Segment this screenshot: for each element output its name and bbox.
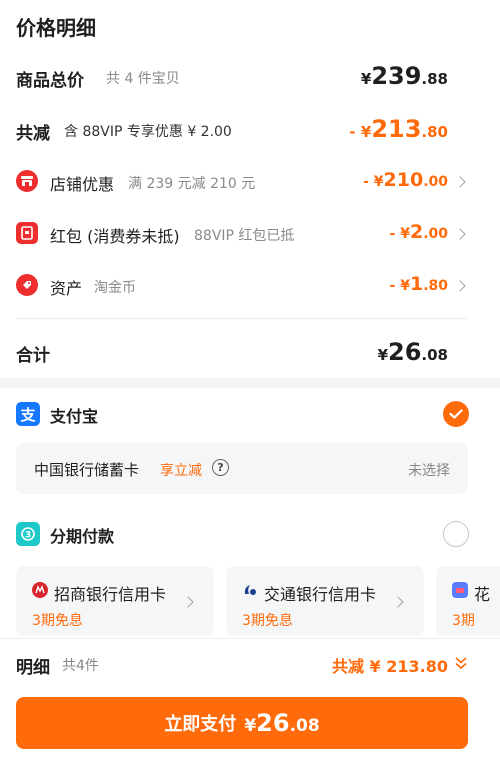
chevron-right-icon <box>454 228 466 240</box>
chevron-right-icon <box>392 596 404 608</box>
cmb-bank-icon <box>32 582 48 598</box>
discount-price: - ¥210.00 <box>363 169 448 191</box>
discount-row-store[interactable]: 店铺优惠 满 239 元减 210 元 - ¥210.00 <box>0 160 500 204</box>
chevron-right-icon <box>454 176 466 188</box>
installment-promo: 3期免息 <box>32 613 83 629</box>
installment-card-bocom[interactable]: 交通银行信用卡 3期免息 <box>226 566 424 636</box>
chevron-right-icon <box>182 596 194 608</box>
goods-count: 共 4 件宝贝 <box>106 71 180 87</box>
divider <box>16 318 468 319</box>
footer-divider <box>0 638 500 639</box>
discount-label: 红包 (消费券未抵) <box>50 227 180 246</box>
installment-promo: 3期免息 <box>242 613 293 629</box>
installment-label: 分期付款 <box>50 527 115 546</box>
pay-button-label: 立即支付 <box>164 714 237 735</box>
bank-card-promo: 享立减 <box>160 463 202 479</box>
alipay-label: 支付宝 <box>50 407 99 426</box>
chevron-double-down-icon <box>454 655 468 671</box>
alipay-radio-checked[interactable] <box>443 401 469 427</box>
goods-total-price: ¥239.88 <box>360 62 448 90</box>
sum-label: 合计 <box>16 346 50 366</box>
discount-price: - ¥2.00 <box>389 221 448 243</box>
installment-promo: 3期 <box>452 613 475 629</box>
bank-card-option[interactable]: 中国银行储蓄卡 享立减 ? 未选择 <box>16 443 468 494</box>
help-icon[interactable]: ? <box>212 459 229 476</box>
discount-label: 资产 <box>50 279 83 298</box>
discount-total-price: - ¥213.80 <box>349 115 448 143</box>
bank-name: 招商银行信用卡 <box>54 585 167 604</box>
payment-option-alipay[interactable]: 支 支付宝 <box>0 396 500 432</box>
sum-price: ¥26.08 <box>377 338 448 366</box>
bank-card-status: 未选择 <box>408 463 450 479</box>
discount-row-asset[interactable]: 资产 淘金币 - ¥1.80 <box>0 264 500 308</box>
store-icon <box>16 170 38 192</box>
footer-detail-toggle[interactable]: 明细 共4件 共减 ¥ 213.80 <box>0 645 500 681</box>
installment-icon: 3 <box>16 522 40 546</box>
installment-cards-scroller[interactable]: 招商银行信用卡 3期免息 交通银行信用卡 3期免息 花 3期 <box>16 566 500 636</box>
detail-count: 共4件 <box>62 658 99 674</box>
huabei-icon <box>452 582 468 598</box>
chevron-right-icon <box>454 280 466 292</box>
pay-button-amount: ¥26.08 <box>244 709 320 737</box>
discount-total-sub: 含 88VIP 专享优惠 ¥ 2.00 <box>64 124 232 140</box>
section-separator <box>0 378 500 388</box>
discount-sub: 淘金币 <box>94 280 136 296</box>
bocom-bank-icon <box>242 582 258 598</box>
saving-text: 共减 ¥ 213.80 <box>331 657 448 676</box>
red-packet-icon <box>16 222 38 244</box>
discount-sub: 满 239 元减 210 元 <box>128 176 256 192</box>
discount-sub: 88VIP 红包已抵 <box>194 228 295 244</box>
detail-label: 明细 <box>16 658 50 678</box>
bank-name: 花 <box>474 585 491 604</box>
goods-total-label: 商品总价 <box>16 71 84 91</box>
page-title: 价格明细 <box>16 16 96 40</box>
installment-card-cmb[interactable]: 招商银行信用卡 3期免息 <box>16 566 214 636</box>
discount-total-label: 共减 <box>16 124 50 144</box>
discount-price: - ¥1.80 <box>389 273 448 295</box>
installment-radio[interactable] <box>443 521 469 547</box>
discount-row-redpacket[interactable]: 红包 (消费券未抵) 88VIP 红包已抵 - ¥2.00 <box>0 212 500 256</box>
alipay-icon: 支 <box>16 402 40 426</box>
bank-card-name: 中国银行储蓄卡 <box>34 461 140 479</box>
payment-option-installment[interactable]: 3 分期付款 <box>0 516 500 552</box>
asset-tag-icon <box>16 274 38 296</box>
discount-label: 店铺优惠 <box>50 175 115 194</box>
svg-text:3: 3 <box>25 531 31 541</box>
bank-name: 交通银行信用卡 <box>264 585 377 604</box>
pay-now-button[interactable]: 立即支付 ¥26.08 <box>16 697 468 749</box>
installment-card-huabei[interactable]: 花 3期 <box>436 566 500 636</box>
